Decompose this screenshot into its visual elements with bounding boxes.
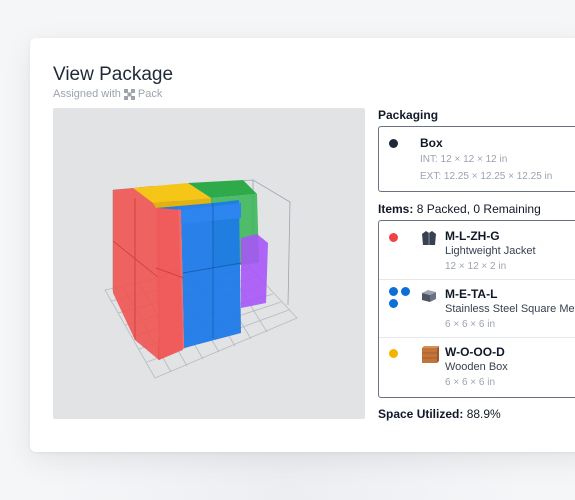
package-card: View Package Assigned with Pack Packagin… [30, 38, 575, 452]
item-sku: W-O-OO-D [445, 345, 505, 359]
item-dims: 12 × 12 × 2 in [445, 261, 507, 272]
page-title: View Package [53, 64, 174, 85]
wooden-box-icon [420, 345, 440, 365]
item-red-front [155, 208, 185, 360]
item-name: Lightweight Jacket [445, 245, 536, 257]
items-summary-value: 8 Packed, 0 Remaining [416, 202, 541, 216]
item-sku: M-E-TA-L [445, 287, 498, 301]
list-item[interactable]: M-E-TA-L Stainless Steel Square Metal Bo… [379, 279, 575, 338]
assigned-with-label: Assigned with Pack [53, 88, 162, 100]
items-summary: Items: 8 Packed, 0 Remaining [378, 202, 541, 216]
space-utilized: Space Utilized: 88.9% [378, 407, 501, 421]
item-color-dot [389, 233, 398, 242]
items-list[interactable]: M-L-ZH-G Lightweight Jacket 12 × 12 × 2 … [378, 220, 575, 398]
jacket-icon [420, 229, 438, 247]
box-external-dims: EXT: 12.25 × 12.25 × 12.25 in [420, 171, 553, 182]
subtitle-brand: Pack [137, 88, 163, 100]
item-dims: 6 × 6 × 6 in [445, 377, 496, 388]
list-item[interactable]: W-O-OO-D Wooden Box 6 × 6 × 6 in [379, 337, 575, 395]
item-purple [241, 234, 268, 308]
packaging-heading: Packaging [378, 108, 439, 122]
metal-box-icon [420, 287, 438, 305]
item-color-dot [389, 299, 398, 308]
item-name: Wooden Box [445, 361, 508, 373]
item-color-dot [389, 349, 398, 358]
box-internal-dims: INT: 12 × 12 × 12 in [420, 154, 508, 165]
items-summary-label: Items: [378, 202, 414, 216]
space-utilized-label: Space Utilized: [378, 407, 464, 421]
space-utilized-value: 88.9% [466, 407, 501, 421]
item-color-dot [389, 287, 398, 296]
packaging-box-card[interactable]: Box INT: 12 × 12 × 12 in EXT: 12.25 × 12… [378, 126, 575, 192]
box-dot [389, 139, 398, 148]
item-name: Stainless Steel Square Metal Box [445, 303, 575, 315]
package-3d-viewer[interactable] [53, 108, 365, 419]
subtitle-prefix: Assigned with [53, 88, 121, 100]
item-color-dot [401, 287, 410, 296]
list-item[interactable]: M-L-ZH-G Lightweight Jacket 12 × 12 × 2 … [379, 221, 575, 280]
item-dims: 6 × 6 × 6 in [445, 319, 496, 330]
pack-logo-icon [123, 88, 135, 100]
item-sku: M-L-ZH-G [445, 229, 500, 243]
box-name: Box [420, 136, 443, 150]
